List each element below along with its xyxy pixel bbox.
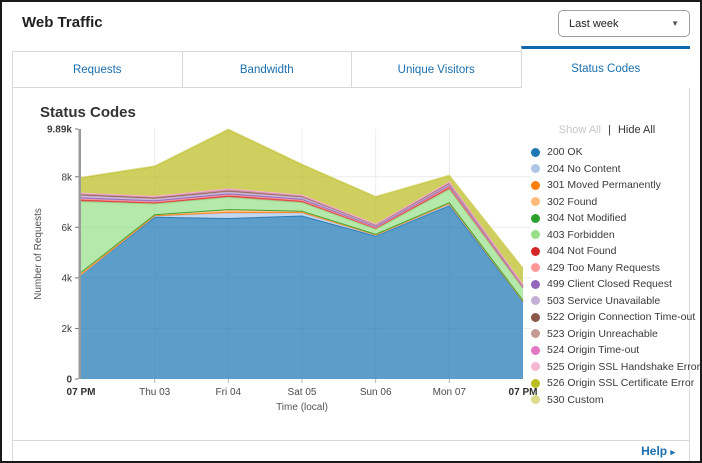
svg-text:Sat 05: Sat 05 bbox=[288, 387, 317, 398]
status-codes-chart: 0 2k 4k 6k 8k 9.89k 07 PM Thu 03 Fri 04 Sat 05 Sun… bbox=[31, 118, 556, 418]
legend-label: 526 Origin SSL Certificate Error bbox=[547, 377, 694, 389]
legend-dot-icon bbox=[531, 214, 540, 223]
legend-item-403-forbidden[interactable]: 403 Forbidden bbox=[531, 227, 683, 244]
legend-item-522-origin-connection-time-out[interactable]: 522 Origin Connection Time-out bbox=[531, 309, 683, 326]
chart-legend: Show All | Hide All 200 OK 204 No Content… bbox=[531, 124, 683, 408]
svg-text:4k: 4k bbox=[61, 273, 73, 284]
legend-label: 524 Origin Time-out bbox=[547, 344, 639, 356]
legend-dot-icon bbox=[531, 280, 540, 289]
help-link[interactable]: Help ▸ bbox=[641, 444, 675, 458]
legend-dot-icon bbox=[531, 148, 540, 157]
svg-text:07 PM: 07 PM bbox=[67, 387, 96, 398]
legend-dot-icon bbox=[531, 346, 540, 355]
legend-items: 200 OK 204 No Content 301 Moved Permanentl… bbox=[531, 144, 683, 408]
legend-item-301-moved-permanently[interactable]: 301 Moved Permanently bbox=[531, 177, 683, 194]
legend-dot-icon bbox=[531, 362, 540, 371]
widget-header: Web Traffic Last week ▼ bbox=[2, 2, 700, 46]
svg-text:Mon 07: Mon 07 bbox=[433, 387, 467, 398]
legend-item-200-ok[interactable]: 200 OK bbox=[531, 144, 683, 161]
chart-section: Status Codes 02k4k6k8k9.89k07 PMThu 03Fr… bbox=[13, 88, 689, 440]
panel-footer: Help ▸ bbox=[13, 440, 689, 461]
status-codes-panel: Status Codes 02k4k6k8k9.89k07 PMThu 03Fr… bbox=[12, 88, 690, 461]
legend-label: 200 OK bbox=[547, 146, 583, 158]
legend-label: 499 Client Closed Request bbox=[547, 278, 672, 290]
legend-label: 302 Found bbox=[547, 196, 597, 208]
legend-item-523-origin-unreachable[interactable]: 523 Origin Unreachable bbox=[531, 326, 683, 343]
legend-dot-icon bbox=[531, 164, 540, 173]
legend-dot-icon bbox=[531, 230, 540, 239]
legend-label: 503 Service Unavailable bbox=[547, 295, 660, 307]
legend-item-530-custom[interactable]: 530 Custom bbox=[531, 392, 683, 409]
legend-label: 523 Origin Unreachable bbox=[547, 328, 658, 340]
legend-item-204-no-content[interactable]: 204 No Content bbox=[531, 161, 683, 178]
legend-label: 404 Not Found bbox=[547, 245, 616, 257]
legend-item-503-service-unavailable[interactable]: 503 Service Unavailable bbox=[531, 293, 683, 310]
legend-item-499-client-closed-request[interactable]: 499 Client Closed Request bbox=[531, 276, 683, 293]
legend-item-526-origin-ssl-certificate-error[interactable]: 526 Origin SSL Certificate Error bbox=[531, 375, 683, 392]
legend-item-304-not-modified[interactable]: 304 Not Modified bbox=[531, 210, 683, 227]
widget-title: Web Traffic bbox=[22, 14, 103, 31]
legend-item-404-not-found[interactable]: 404 Not Found bbox=[531, 243, 683, 260]
legend-item-524-origin-time-out[interactable]: 524 Origin Time-out bbox=[531, 342, 683, 359]
legend-label: 301 Moved Permanently bbox=[547, 179, 661, 191]
svg-text:0: 0 bbox=[66, 375, 72, 386]
help-label: Help bbox=[641, 444, 667, 458]
tab-requests[interactable]: Requests bbox=[12, 51, 183, 88]
legend-dot-icon bbox=[531, 247, 540, 256]
time-range-value: Last week bbox=[569, 18, 671, 30]
legend-dot-icon bbox=[531, 379, 540, 388]
svg-text:2k: 2k bbox=[61, 324, 73, 335]
legend-label: 429 Too Many Requests bbox=[547, 262, 660, 274]
tab-unique-visitors[interactable]: Unique Visitors bbox=[351, 51, 522, 88]
legend-dot-icon bbox=[531, 197, 540, 206]
help-arrow-icon: ▸ bbox=[670, 447, 675, 457]
svg-text:6k: 6k bbox=[61, 223, 73, 234]
legend-label: 530 Custom bbox=[547, 394, 604, 406]
svg-text:Thu 03: Thu 03 bbox=[139, 387, 171, 398]
svg-text:9.89k: 9.89k bbox=[47, 125, 72, 136]
legend-dot-icon bbox=[531, 181, 540, 190]
legend-dot-icon bbox=[531, 313, 540, 322]
show-all-button[interactable]: Show All bbox=[559, 124, 601, 136]
legend-separator: | bbox=[608, 124, 611, 136]
chevron-down-icon: ▼ bbox=[671, 19, 679, 28]
svg-text:8k: 8k bbox=[61, 172, 73, 183]
legend-item-429-too-many-requests[interactable]: 429 Too Many Requests bbox=[531, 260, 683, 277]
tab-bandwidth[interactable]: Bandwidth bbox=[182, 51, 353, 88]
legend-dot-icon bbox=[531, 296, 540, 305]
svg-text:Sun 06: Sun 06 bbox=[360, 387, 392, 398]
legend-dot-icon bbox=[531, 263, 540, 272]
legend-label: 304 Not Modified bbox=[547, 212, 626, 224]
svg-text:Time (local): Time (local) bbox=[276, 402, 328, 413]
legend-label: 522 Origin Connection Time-out bbox=[547, 311, 695, 323]
svg-text:Fri 04: Fri 04 bbox=[216, 387, 242, 398]
tab-bar: RequestsBandwidthUnique VisitorsStatus C… bbox=[12, 46, 690, 88]
legend-label: 204 No Content bbox=[547, 163, 621, 175]
legend-controls: Show All | Hide All bbox=[531, 124, 683, 136]
time-range-select[interactable]: Last week ▼ bbox=[558, 10, 690, 37]
hide-all-button[interactable]: Hide All bbox=[618, 124, 655, 136]
legend-item-525-origin-ssl-handshake-error[interactable]: 525 Origin SSL Handshake Error bbox=[531, 359, 683, 376]
web-traffic-widget: Web Traffic Last week ▼ RequestsBandwidt… bbox=[0, 0, 702, 463]
legend-dot-icon bbox=[531, 395, 540, 404]
legend-dot-icon bbox=[531, 329, 540, 338]
legend-label: 403 Forbidden bbox=[547, 229, 615, 241]
tab-status-codes[interactable]: Status Codes bbox=[521, 46, 691, 88]
legend-label: 525 Origin SSL Handshake Error bbox=[547, 361, 700, 373]
svg-text:Number of Requests: Number of Requests bbox=[33, 208, 44, 300]
legend-item-302-found[interactable]: 302 Found bbox=[531, 194, 683, 211]
